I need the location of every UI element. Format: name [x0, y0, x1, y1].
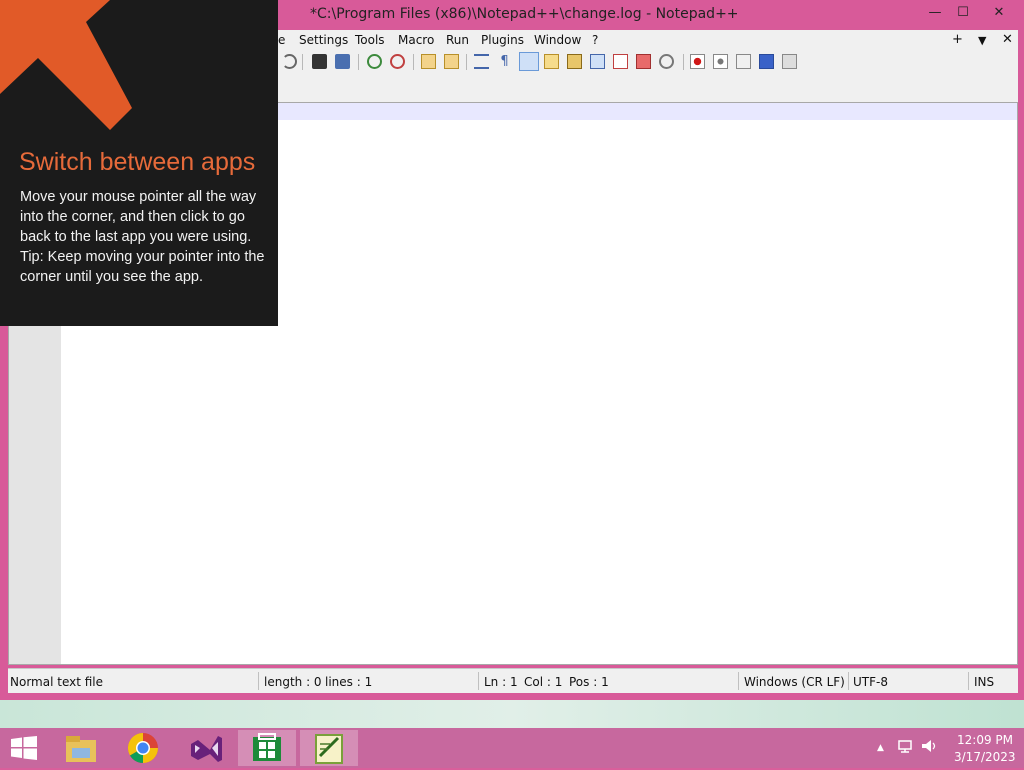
replace-icon[interactable]: [335, 54, 350, 69]
switch-apps-tip: Switch between apps Move your mouse poin…: [0, 0, 278, 326]
toolbar-separator: [466, 54, 467, 70]
playback-icon[interactable]: [736, 54, 751, 69]
tip-hint: Tip: Keep moving your pointer into the c…: [20, 249, 265, 285]
menu-settings[interactable]: Settings: [299, 33, 348, 47]
corner-arrow-icon: [0, 0, 132, 130]
clock-time[interactable]: 12:09 PM: [957, 733, 1013, 747]
status-divider: [968, 672, 969, 690]
tip-title: Switch between apps: [19, 148, 256, 176]
toolbar-separator: [683, 54, 684, 70]
menu-run[interactable]: Run: [446, 33, 469, 47]
chrome-icon: [127, 733, 158, 763]
desktop-background: [0, 700, 1024, 728]
tray-overflow-icon[interactable]: ▲: [877, 743, 884, 753]
indent-guide-icon[interactable]: [519, 52, 539, 71]
record-macro-icon[interactable]: [690, 54, 705, 69]
menu-macro[interactable]: Macro: [398, 33, 434, 47]
maximize-button[interactable]: ☐: [949, 2, 977, 24]
volume-icon[interactable]: [920, 738, 938, 754]
notepadpp-icon: [315, 734, 343, 764]
status-divider: [258, 672, 259, 690]
open-folder-icon[interactable]: [636, 54, 651, 69]
status-divider: [848, 672, 849, 690]
file-explorer-icon: [66, 736, 96, 762]
monitoring-icon[interactable]: [659, 54, 674, 69]
show-all-chars-icon[interactable]: ¶: [497, 54, 512, 69]
toolbar-separator: [358, 54, 359, 70]
close-tab-button[interactable]: ✕: [1002, 32, 1013, 47]
tip-body: Move your mouse pointer all the way into…: [20, 189, 257, 245]
menu-plugins[interactable]: Plugins: [481, 33, 524, 47]
minimize-button[interactable]: —: [921, 2, 949, 24]
menu-help[interactable]: ?: [592, 33, 598, 47]
taskbar-chrome[interactable]: [114, 730, 172, 766]
menu-language[interactable]: e: [278, 33, 285, 47]
redo-icon[interactable]: [282, 54, 297, 69]
status-col: Col : 1: [524, 675, 563, 689]
clock-date[interactable]: 3/17/2023: [954, 750, 1016, 764]
status-pos: Pos : 1: [569, 675, 609, 689]
doc-map-icon[interactable]: [567, 54, 582, 69]
menu-tools[interactable]: Tools: [355, 33, 385, 47]
udl-icon[interactable]: [544, 54, 559, 69]
status-filetype: Normal text file: [10, 675, 104, 689]
save-macro-icon[interactable]: [782, 54, 797, 69]
zoom-out-icon[interactable]: [390, 54, 405, 69]
toolbar-separator: [302, 54, 303, 70]
status-length: length : 0: [264, 675, 322, 689]
status-ln: Ln : 1: [484, 675, 518, 689]
word-wrap-icon[interactable]: [474, 54, 489, 69]
status-eol: Windows (CR LF): [744, 675, 845, 689]
sync-vertical-icon[interactable]: [421, 54, 436, 69]
windows-logo-icon: [11, 736, 37, 760]
status-bar: Normal text file length : 0 lines : 1 Ln…: [8, 668, 1018, 693]
sync-horizontal-icon[interactable]: [444, 54, 459, 69]
store-icon: [253, 733, 281, 761]
taskbar-visual-studio[interactable]: [176, 730, 234, 766]
window-title: *C:\Program Files (x86)\Notepad++\change…: [310, 6, 739, 22]
status-encoding: UTF-8: [853, 675, 888, 689]
zoom-in-icon[interactable]: [367, 54, 382, 69]
menu-window[interactable]: Window: [534, 33, 581, 47]
tab-list-button[interactable]: ▼: [978, 34, 986, 47]
status-divider: [738, 672, 739, 690]
status-insert-mode: INS: [974, 675, 995, 689]
taskbar-store[interactable]: [238, 730, 296, 766]
folder-workspace-icon[interactable]: [613, 54, 628, 69]
taskbar-notepadpp[interactable]: [300, 730, 358, 766]
close-button[interactable]: ✕: [985, 2, 1013, 24]
function-list-icon[interactable]: [590, 54, 605, 69]
find-icon[interactable]: [312, 54, 327, 69]
toolbar-separator: [413, 54, 414, 70]
network-icon[interactable]: [897, 738, 913, 754]
tip-body-container: Move your mouse pointer all the way into…: [20, 187, 265, 287]
status-divider: [478, 672, 479, 690]
visual-studio-icon: [191, 736, 222, 762]
taskbar-file-explorer[interactable]: [52, 730, 110, 766]
status-lines: lines : 1: [325, 675, 373, 689]
run-multiple-icon[interactable]: [759, 54, 774, 69]
new-tab-button[interactable]: +: [952, 32, 963, 47]
start-button[interactable]: [0, 730, 50, 766]
stop-recording-icon[interactable]: [713, 54, 728, 69]
